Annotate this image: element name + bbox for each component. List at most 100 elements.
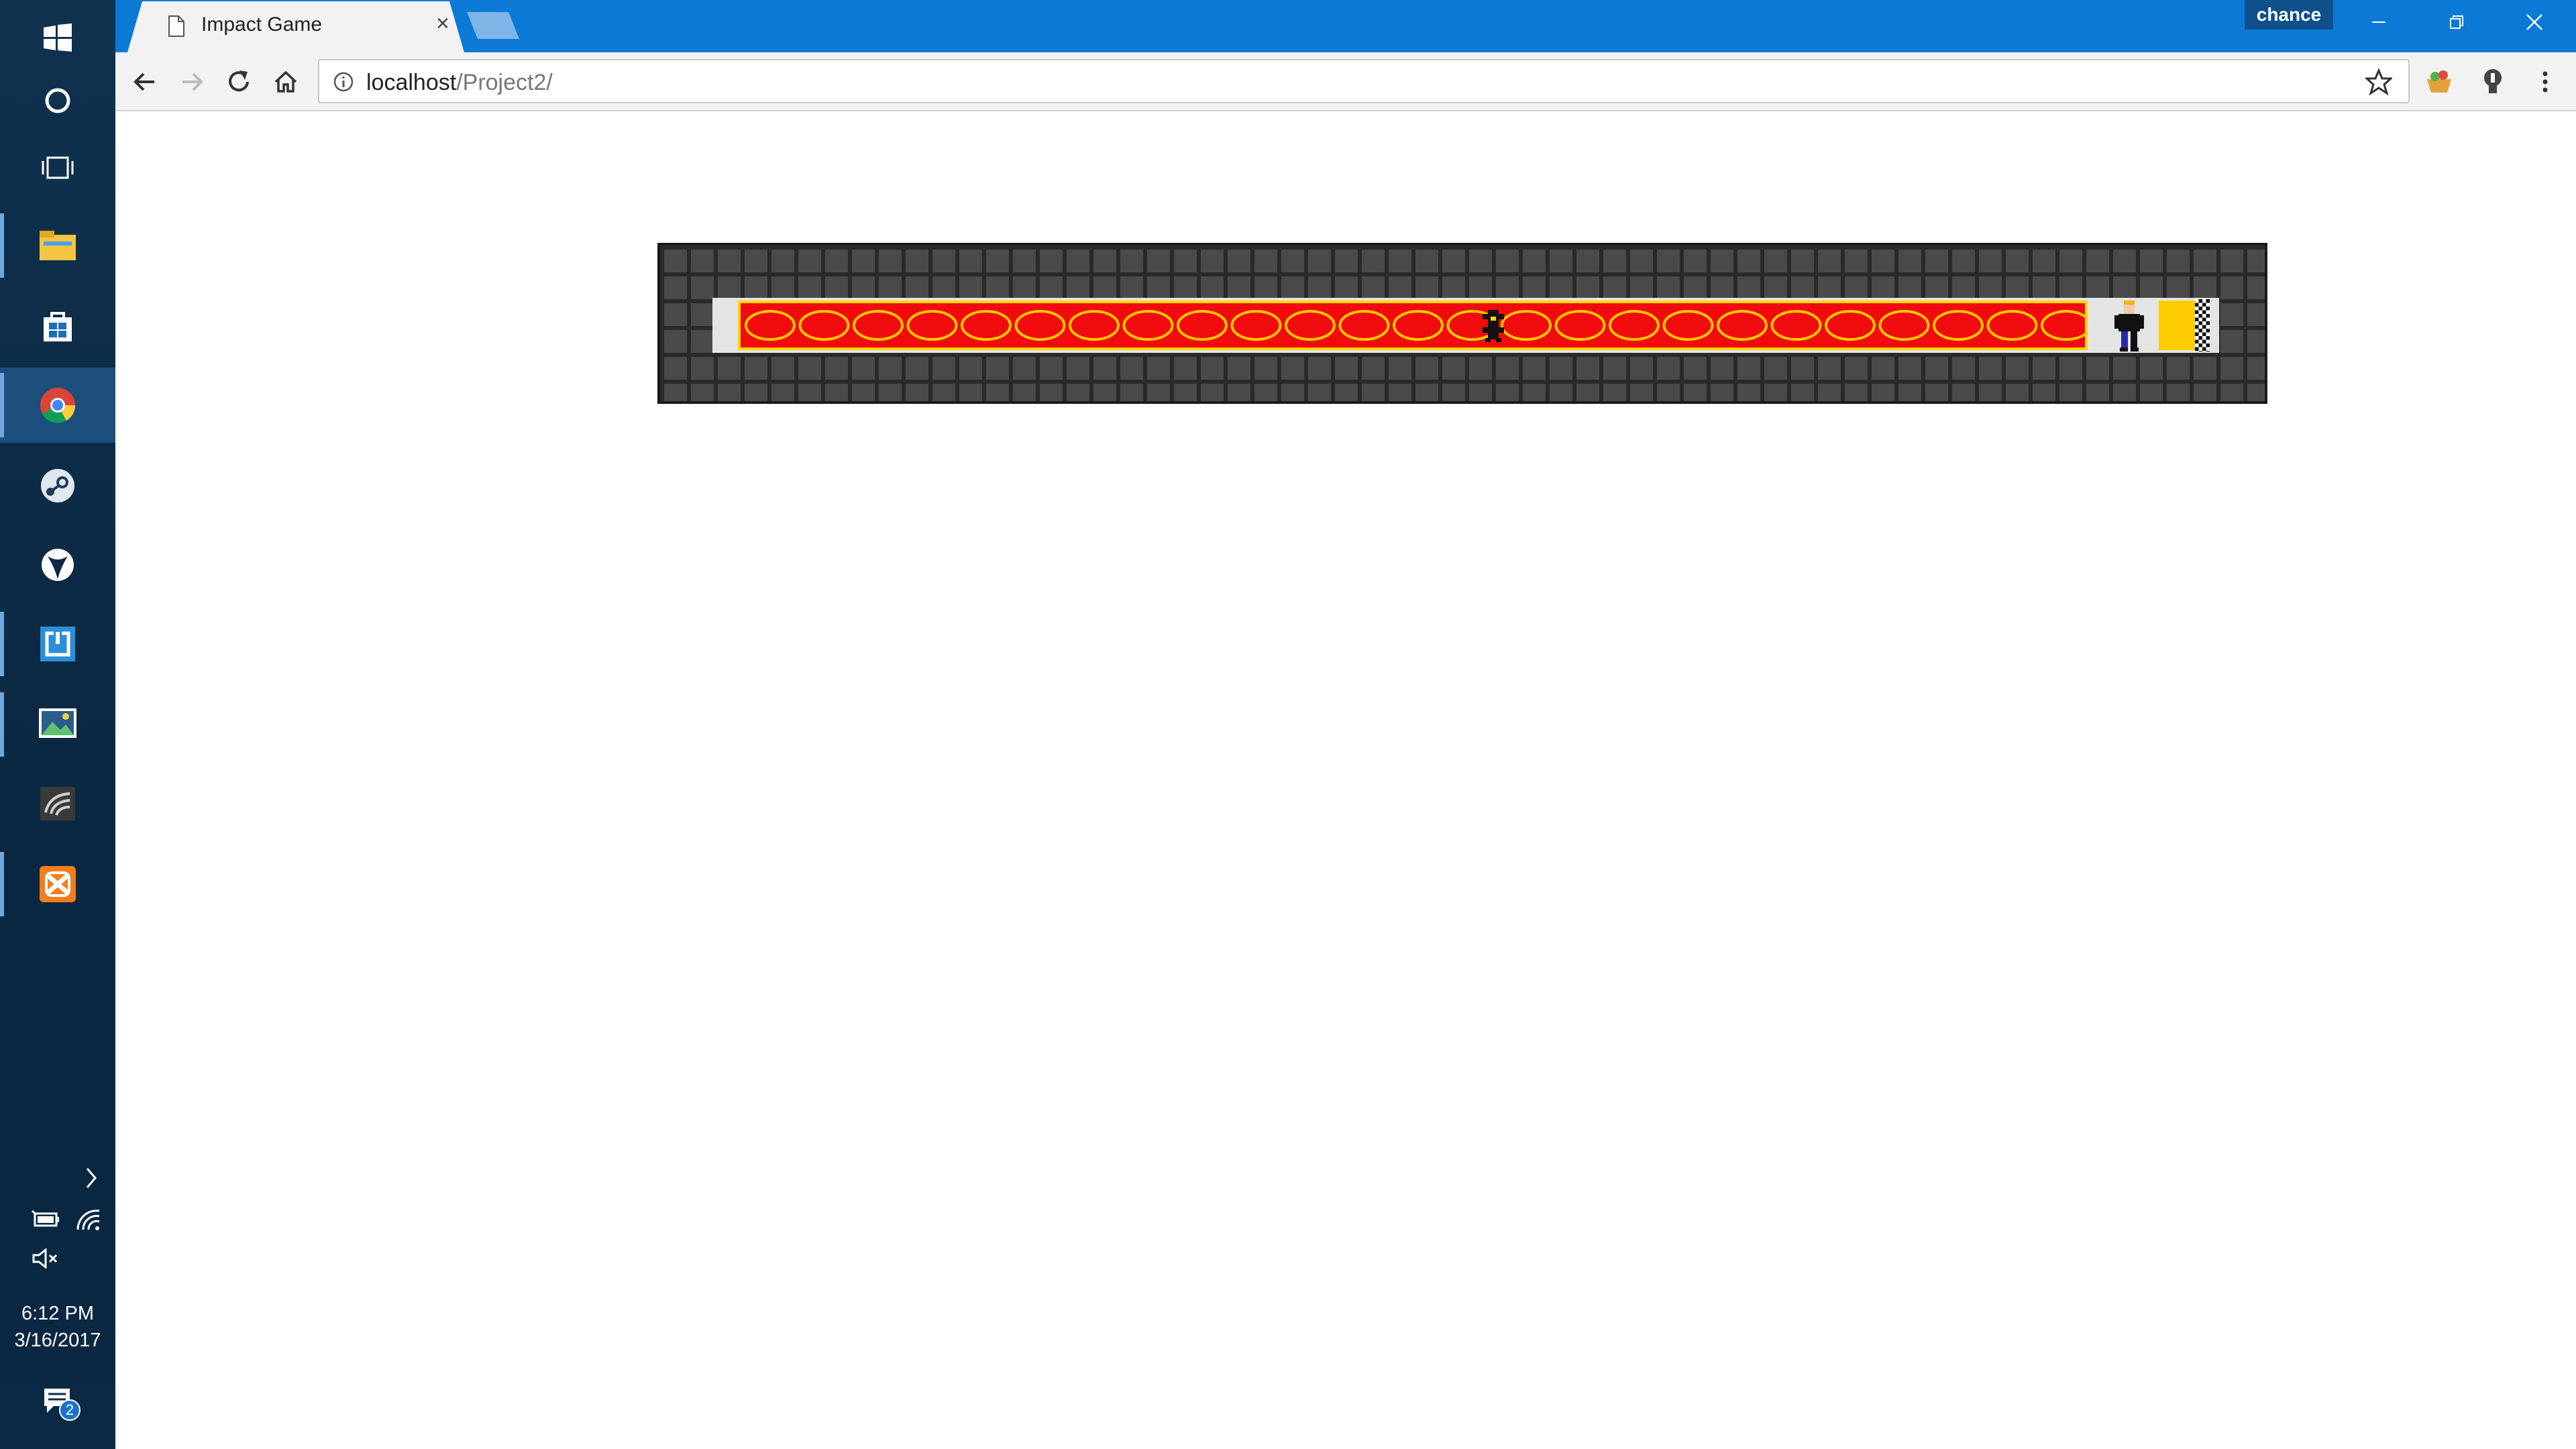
chevron-right-icon: [86, 1168, 97, 1188]
restore-button[interactable]: [2418, 0, 2496, 44]
app-box-icon: [40, 627, 75, 661]
title-bar: Impact Game × chance: [115, 0, 2576, 52]
extension-basket-button[interactable]: [2419, 62, 2459, 102]
windows-taskbar: 6:12 PM 3/16/2017 2: [0, 0, 115, 1449]
task-view-button[interactable]: [0, 130, 115, 205]
back-button[interactable]: [125, 62, 165, 102]
taskbar-xbox[interactable]: [0, 527, 115, 602]
cortana-icon: [45, 88, 70, 113]
lava-ring: [1501, 310, 1552, 341]
lava-ring: [798, 310, 850, 341]
lava-ring: [745, 310, 796, 341]
browser-toolbar: localhost/Project2/: [115, 52, 2576, 111]
taskbar-store[interactable]: [0, 288, 115, 364]
taskbar-xampp[interactable]: [0, 847, 115, 922]
taskbar-file-explorer[interactable]: [0, 208, 115, 283]
taskbar-photos[interactable]: [0, 687, 115, 762]
new-tab-button[interactable]: [467, 12, 519, 39]
store-icon: [44, 312, 72, 341]
wifi-icon: [76, 1210, 100, 1230]
lava-ring: [1393, 310, 1444, 341]
task-view-icon: [42, 156, 74, 179]
goal-block: [2159, 301, 2198, 350]
more-vert-icon: [2542, 71, 2548, 93]
cortana-button[interactable]: [0, 63, 115, 138]
taskbar-nvidia[interactable]: [0, 766, 115, 841]
home-button[interactable]: [266, 62, 306, 102]
action-center-button[interactable]: 2: [39, 1381, 80, 1424]
page-icon: [168, 15, 184, 37]
player-sprite: [2114, 301, 2144, 352]
lava-ring: [1177, 310, 1228, 341]
close-icon: [2526, 14, 2542, 30]
lava-ring: [1338, 310, 1390, 341]
url-text: localhost/Project2/: [366, 70, 553, 96]
lava-pattern: [745, 310, 2088, 341]
lava-ring: [1717, 310, 1768, 341]
lava-ring: [1122, 310, 1174, 341]
lava-ring: [1986, 310, 2038, 341]
lava-ring: [2041, 310, 2088, 341]
enemy-sprite: [1483, 310, 1504, 342]
checkered-flag: [2195, 299, 2210, 352]
extension-bulb-button[interactable]: [2473, 62, 2513, 102]
photos-icon: [39, 708, 76, 738]
minimize-button[interactable]: [2340, 0, 2418, 44]
close-tab-icon[interactable]: ×: [436, 11, 449, 37]
lava-ring: [1285, 310, 1336, 341]
volume-muted-icon: [32, 1248, 58, 1269]
clock-date[interactable]: 3/16/2017: [0, 1330, 115, 1352]
forward-button[interactable]: [172, 62, 212, 102]
browser-tab[interactable]: Impact Game ×: [127, 1, 464, 52]
lava-ring: [1933, 310, 1984, 341]
chrome-icon: [40, 388, 76, 423]
battery-button[interactable]: [30, 1206, 62, 1233]
close-window-button[interactable]: [2496, 0, 2573, 44]
home-icon: [274, 70, 297, 93]
taskbar-chrome[interactable]: [0, 368, 115, 443]
battery-icon: [31, 1210, 59, 1227]
back-arrow-icon: [133, 72, 154, 91]
lava-ring: [1069, 310, 1120, 341]
clock-time[interactable]: 6:12 PM: [0, 1303, 115, 1325]
lava-ring: [1662, 310, 1714, 341]
lava-ring: [1230, 310, 1282, 341]
network-button[interactable]: [72, 1206, 105, 1233]
restore-icon: [2450, 15, 2463, 29]
lava-ring: [1825, 310, 1876, 341]
basket-extension-icon: [2427, 70, 2451, 93]
info-icon[interactable]: [333, 71, 354, 93]
lava-ring: [1878, 310, 1930, 341]
file-explorer-icon: [40, 231, 76, 260]
notification-badge: 2: [59, 1399, 80, 1421]
tab-title: Impact Game: [201, 13, 323, 36]
lava-ring: [1014, 310, 1066, 341]
url-path: /Project2/: [456, 70, 553, 95]
taskbar-app-box[interactable]: [0, 606, 115, 682]
chrome-menu-button[interactable]: [2525, 62, 2565, 102]
reload-button[interactable]: [219, 62, 259, 102]
nvidia-icon: [40, 787, 75, 820]
reload-icon: [229, 70, 249, 92]
address-bar[interactable]: localhost/Project2/: [318, 59, 2410, 103]
xampp-icon: [40, 866, 76, 902]
forward-arrow-icon: [182, 72, 203, 91]
windows-start-icon: [44, 23, 72, 52]
show-hidden-icons-button[interactable]: [78, 1165, 105, 1191]
lava-ring: [906, 310, 958, 341]
xbox-icon: [42, 549, 74, 581]
lava-ring: [1770, 310, 1822, 341]
lava-ring: [961, 310, 1012, 341]
volume-button[interactable]: [30, 1245, 62, 1272]
browser-window: Impact Game × chance localhost/Project2/: [115, 0, 2576, 1449]
lava-ring: [1554, 310, 1606, 341]
minimize-icon: [2372, 21, 2385, 23]
profile-button[interactable]: chance: [2245, 0, 2333, 30]
bookmark-star-icon[interactable]: [2365, 68, 2392, 95]
taskbar-steam[interactable]: [0, 448, 115, 523]
steam-icon: [41, 469, 74, 502]
lava-ring: [1609, 310, 1660, 341]
game-canvas[interactable]: [657, 243, 2267, 404]
url-host: localhost: [366, 70, 457, 95]
lava-ring: [853, 310, 904, 341]
